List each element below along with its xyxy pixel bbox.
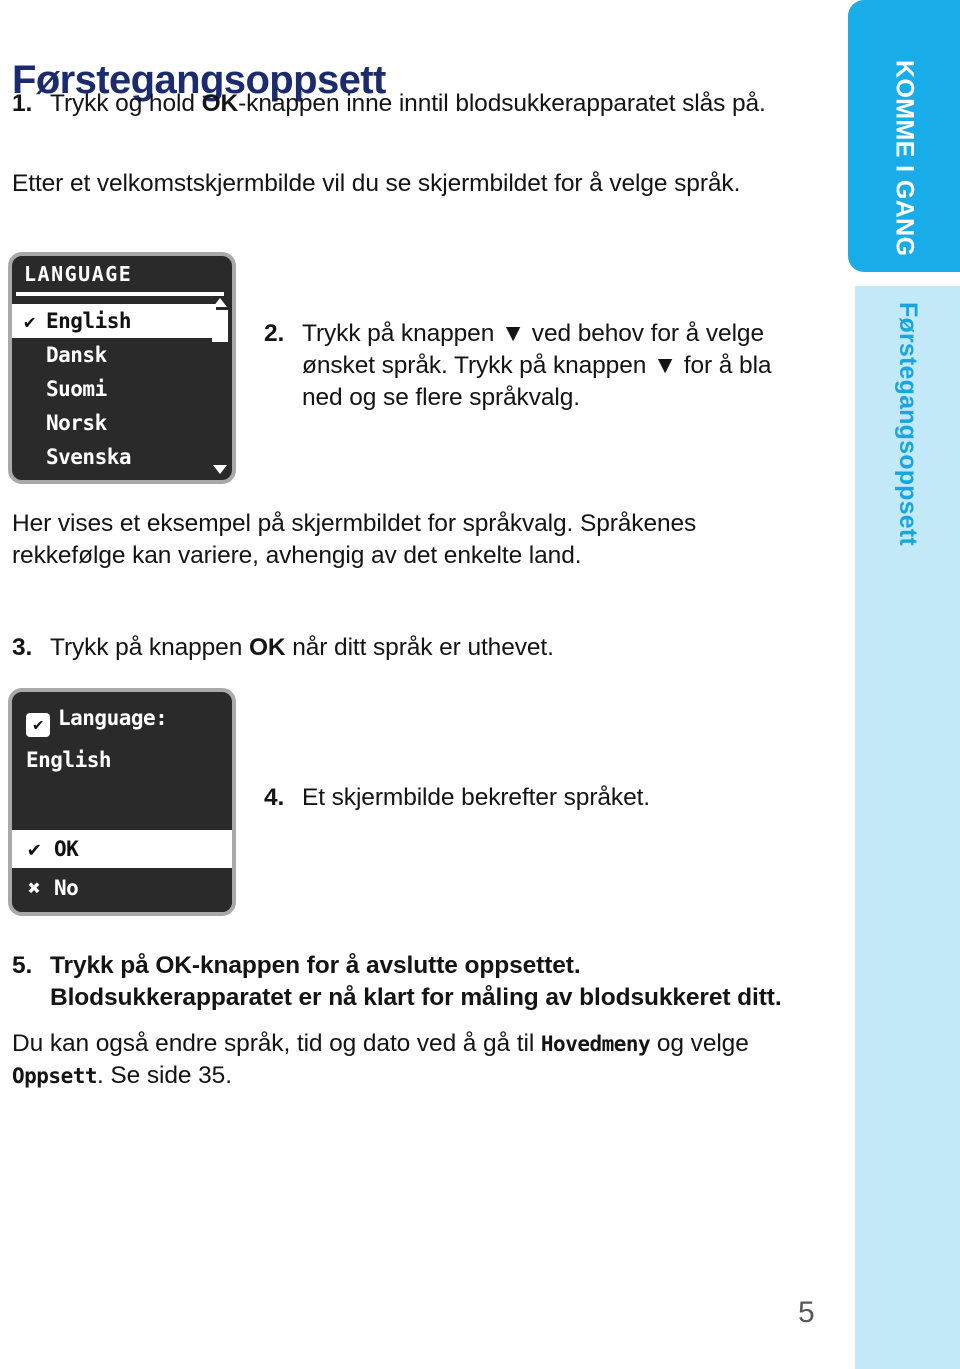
step-4-number: 4. — [264, 784, 285, 811]
step-2-number: 2. — [264, 320, 285, 347]
side-tab-primary-label: KOMME I GANG — [890, 60, 919, 257]
lcd-confirm-title-row: ✔ Language: — [26, 706, 168, 737]
page-number: 5 — [798, 1296, 815, 1329]
step-1: 1. Trykk og hold OK-knappen inne inntil b… — [12, 88, 782, 120]
step-3-ok-keyword: OK — [248, 634, 286, 661]
lcd-header-divider — [16, 292, 224, 296]
lcd-confirm-title: Language: — [58, 706, 168, 730]
scrollbar-thumb[interactable] — [212, 310, 228, 342]
step-4-text: Et skjermbilde bekrefter språket. — [302, 784, 651, 811]
step-2-text: Trykk på knappen ▼ ved behov for å velge… — [302, 320, 772, 411]
lcd-scrollbar[interactable] — [212, 298, 228, 474]
step-3-number: 3. — [12, 634, 33, 661]
lcd-confirm-value: English — [26, 748, 112, 772]
lcd-confirm-no-label: No — [54, 876, 79, 900]
step-1-number: 1. — [12, 90, 33, 117]
lcd-confirm-screen: ✔ Language: English ✔ OK ✖ No — [8, 688, 236, 916]
check-icon: ✔ — [24, 311, 35, 333]
lcd-list-item-norsk[interactable]: Norsk — [12, 406, 216, 440]
side-tab-secondary-label: Førstegangsoppsett — [894, 302, 922, 546]
step-1-text-before: Trykk og hold — [50, 90, 202, 117]
step-5-text: Trykk på OK-knappen for å avslutte oppse… — [50, 952, 782, 1011]
step-5: 5. Trykk på OK-knappen for å avslutte opp… — [12, 950, 802, 1014]
step-1-text-after: -knappen inne inntil blodsukkerapparatet… — [238, 90, 766, 117]
check-icon: ✔ — [28, 837, 41, 861]
step-4: 4. Et skjermbilde bekrefter språket. — [264, 782, 764, 814]
lcd-list-item-label: Svenska — [46, 445, 132, 469]
lcd-list-item-svenska[interactable]: Svenska — [12, 440, 216, 474]
step-2: 2. Trykk på knappen ▼ ved behov for å vel… — [264, 318, 784, 414]
scroll-down-arrow-icon[interactable] — [213, 465, 227, 474]
page-content: Førstegangsoppsett 1. Trykk og hold OK-kn… — [0, 0, 832, 1369]
side-tab-rail: KOMME I GANG Førstegangsoppsett — [848, 0, 960, 1369]
step-3-text-after: når ditt språk er uthevet. — [285, 634, 554, 661]
tip-lcd-term-oppsett: Oppsett — [12, 1063, 98, 1088]
step-3-text-before: Trykk på knappen — [50, 634, 249, 661]
lcd-list-item-english[interactable]: ✔ English — [12, 304, 216, 338]
lcd-list-item-label: English — [46, 309, 132, 333]
lcd-confirm-no-row[interactable]: ✖ No — [12, 868, 232, 912]
checkbox-check-icon: ✔ — [26, 713, 50, 737]
lcd-list-item-label: Dansk — [46, 343, 107, 367]
lcd-language-screen: LANGUAGE ✔ English Dansk Suomi Norsk Sven… — [8, 252, 236, 484]
tip-paragraph: Du kan også endre språk, tid og dato ved… — [12, 1028, 802, 1092]
lcd-language-header: LANGUAGE — [24, 262, 133, 286]
tip-part-3: . Se side 35. — [97, 1061, 232, 1089]
side-tab-forstegangsoppsett[interactable]: Førstegangsoppsett — [855, 286, 960, 1369]
lcd-list-item-suomi[interactable]: Suomi — [12, 372, 216, 406]
lcd-confirm-ok-row[interactable]: ✔ OK — [12, 830, 232, 868]
side-tab-komme-i-gang[interactable]: KOMME I GANG — [848, 0, 960, 272]
cross-icon: ✖ — [28, 876, 41, 900]
step-3: 3. Trykk på knappen OK når ditt språk er … — [12, 632, 712, 664]
tip-part-2: og velge — [650, 1030, 749, 1057]
lcd-list-item-label: Norsk — [46, 411, 107, 435]
step-1-ok-keyword: OK — [201, 90, 239, 117]
example-paragraph: Her vises et eksempel på skjermbildet fo… — [12, 510, 697, 569]
lcd-language-list: ✔ English Dansk Suomi Norsk Svenska — [12, 304, 216, 474]
lcd-confirm-ok-label: OK — [54, 837, 79, 861]
lcd-list-item-label: Suomi — [46, 377, 107, 401]
lcd-list-item-dansk[interactable]: Dansk — [12, 338, 216, 372]
tip-lcd-term-hovedmeny: Hovedmeny — [540, 1032, 651, 1056]
tip-part-1: Du kan også endre språk, tid og dato ved… — [12, 1030, 541, 1057]
welcome-paragraph: Etter et velkomstskjermbilde vil du se s… — [12, 170, 741, 197]
step-5-number: 5. — [12, 952, 33, 979]
scroll-up-arrow-icon[interactable] — [213, 298, 227, 307]
